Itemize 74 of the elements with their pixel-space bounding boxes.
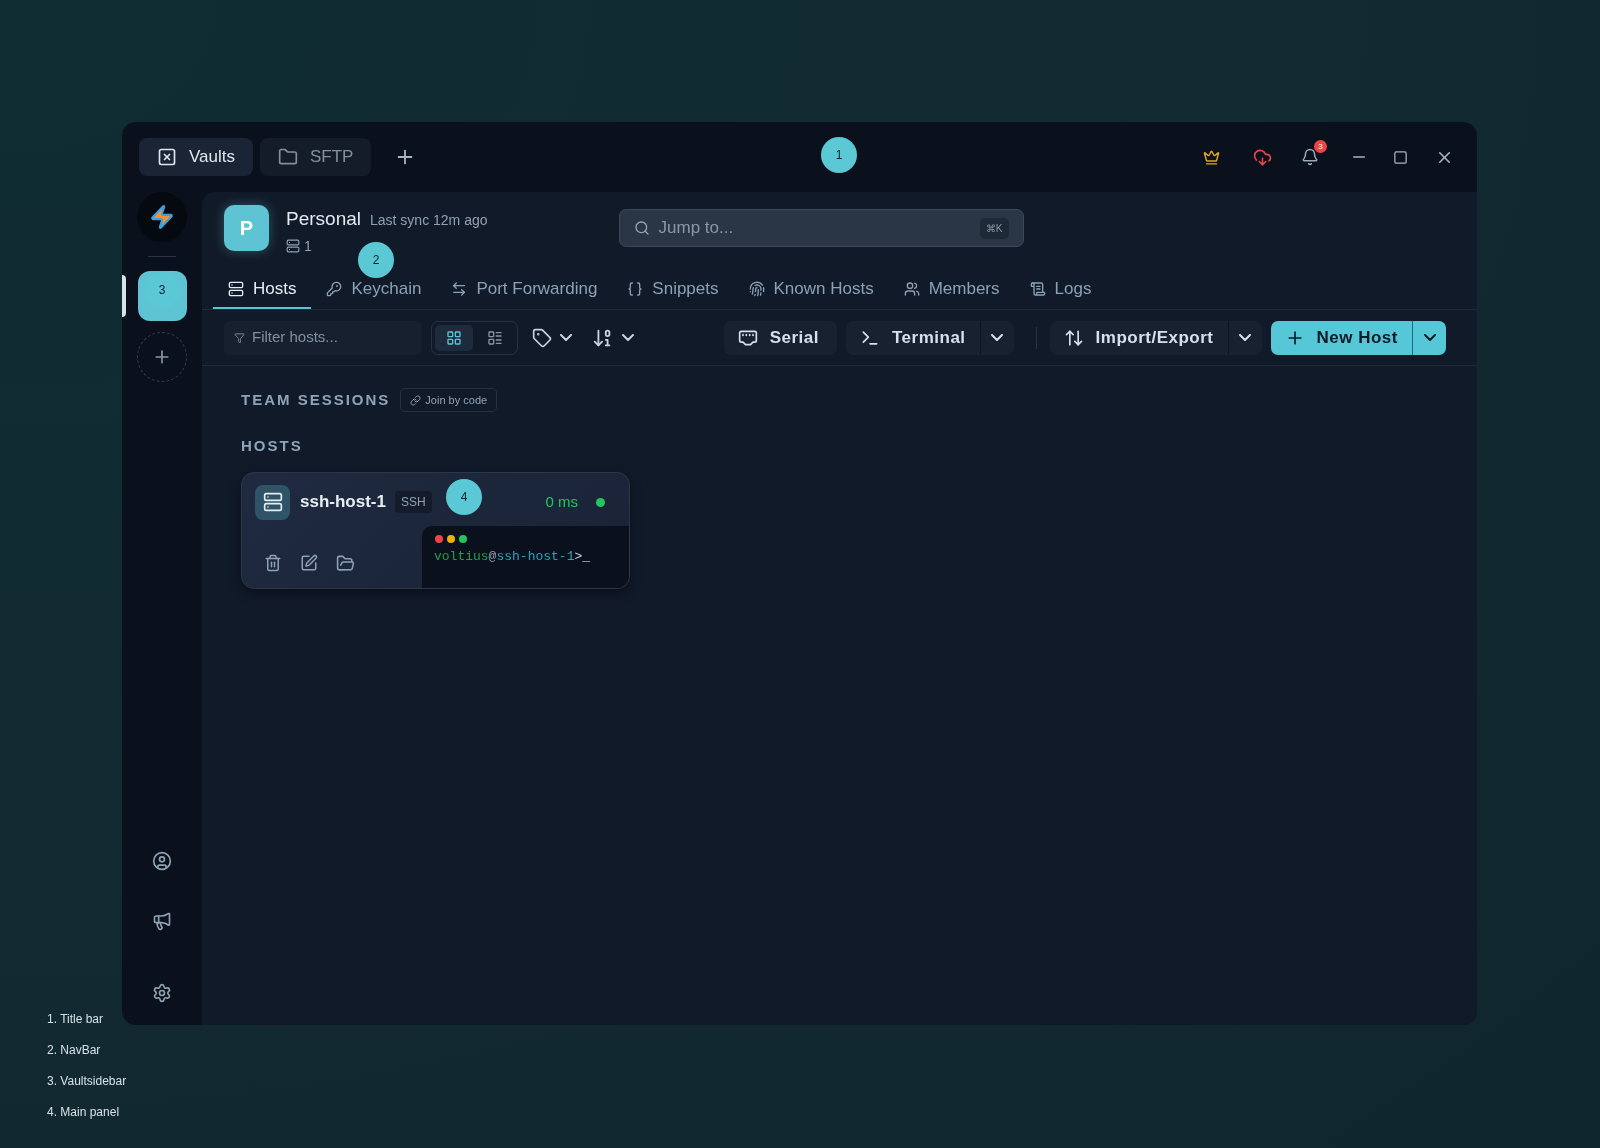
nav-tab[interactable]: Snippets [612, 270, 734, 309]
link-icon [410, 394, 422, 406]
search-field[interactable]: Jump to... ⌘K [618, 209, 1024, 247]
vault-name: Personal [286, 207, 361, 231]
window-dots-icon [434, 533, 468, 544]
shortcut-key: ⌘K [979, 217, 1009, 239]
legend-item: 3. Vaultsidebar [47, 1073, 127, 1090]
nav-tab[interactable]: Port Forwarding [436, 270, 613, 309]
search-icon [633, 220, 650, 236]
window-tab[interactable]: SFTP [260, 138, 372, 176]
megaphone-icon[interactable] [152, 911, 172, 931]
caret-icon [1239, 334, 1252, 341]
grid-view-button[interactable] [435, 324, 473, 351]
settings-icon[interactable] [152, 983, 172, 1003]
terminal-prompt: voltius@ssh-host-1>_ [434, 547, 592, 566]
maximize-icon[interactable] [1393, 149, 1408, 165]
toolbar-button[interactable]: Serial [723, 320, 837, 355]
folder-icon[interactable] [336, 553, 355, 573]
legend-item: 2. NavBar [47, 1042, 102, 1059]
scroll-icon [1029, 280, 1046, 297]
nav-tab[interactable]: Logs [1014, 270, 1107, 309]
join-by-code-button[interactable]: Join by code [400, 388, 498, 412]
toolbar-button[interactable]: Import/Export [1049, 320, 1228, 355]
dropdown-button[interactable] [1227, 320, 1262, 355]
list-icon [487, 329, 503, 346]
host-count: 1 [304, 236, 312, 256]
cloud-icon[interactable] [1253, 147, 1272, 167]
filter-field[interactable]: Filter hosts... [224, 320, 422, 355]
protocol-tag: SSH [394, 491, 432, 513]
nav-tab[interactable]: Members [888, 270, 1015, 309]
lightning-icon [149, 204, 175, 230]
user-icon[interactable] [152, 851, 172, 871]
callout-marker: 1 [821, 137, 857, 173]
tag-icon [532, 327, 552, 348]
latency-text: 0 ms [545, 491, 578, 512]
fingerprint-icon [748, 280, 765, 297]
host-name: ssh-host-1 [300, 491, 386, 514]
caret-icon [991, 334, 1004, 341]
server-icon [286, 239, 300, 253]
caret-icon [560, 334, 572, 341]
nav-tab[interactable]: Known Hosts [733, 270, 889, 309]
host-avatar [255, 484, 290, 520]
folder-icon [278, 147, 298, 167]
filter-input[interactable]: Filter hosts... [252, 326, 412, 349]
sync-status: Last sync 12m ago [370, 211, 488, 230]
caret-icon [622, 334, 634, 341]
grid-icon [446, 329, 462, 346]
caret-icon [1423, 334, 1436, 341]
section-title: HOSTS [241, 436, 304, 456]
crown-icon[interactable] [1203, 148, 1220, 166]
section-title: TEAM SESSIONS [241, 389, 391, 410]
filter-icon [234, 330, 245, 345]
legend-item: 4. Main panel [47, 1104, 121, 1121]
legend-item: 1. Title bar [47, 1011, 105, 1028]
tag-filter-button[interactable] [532, 327, 572, 348]
bell-icon[interactable] [1301, 148, 1319, 166]
app-logo[interactable] [137, 192, 187, 242]
nav-tab[interactable]: Hosts [213, 270, 312, 309]
edit-icon[interactable] [300, 553, 318, 572]
server-icon [228, 280, 244, 297]
toolbar-button[interactable]: Terminal [846, 320, 980, 355]
vault-avatar: P [224, 205, 269, 251]
users-icon [903, 280, 920, 297]
dropdown-button[interactable] [979, 320, 1014, 355]
window-tab[interactable]: Vaults [139, 138, 253, 176]
dropdown-button[interactable] [1412, 320, 1446, 355]
arrows-icon [451, 280, 468, 297]
braces-icon [627, 280, 644, 297]
toolbar-button[interactable]: New Host [1270, 320, 1412, 355]
search-input[interactable]: Jump to... [658, 215, 971, 241]
vault-icon [157, 147, 177, 167]
key-icon [326, 280, 343, 297]
delete-icon[interactable] [264, 553, 282, 572]
notification-count: 3 [1314, 140, 1327, 153]
